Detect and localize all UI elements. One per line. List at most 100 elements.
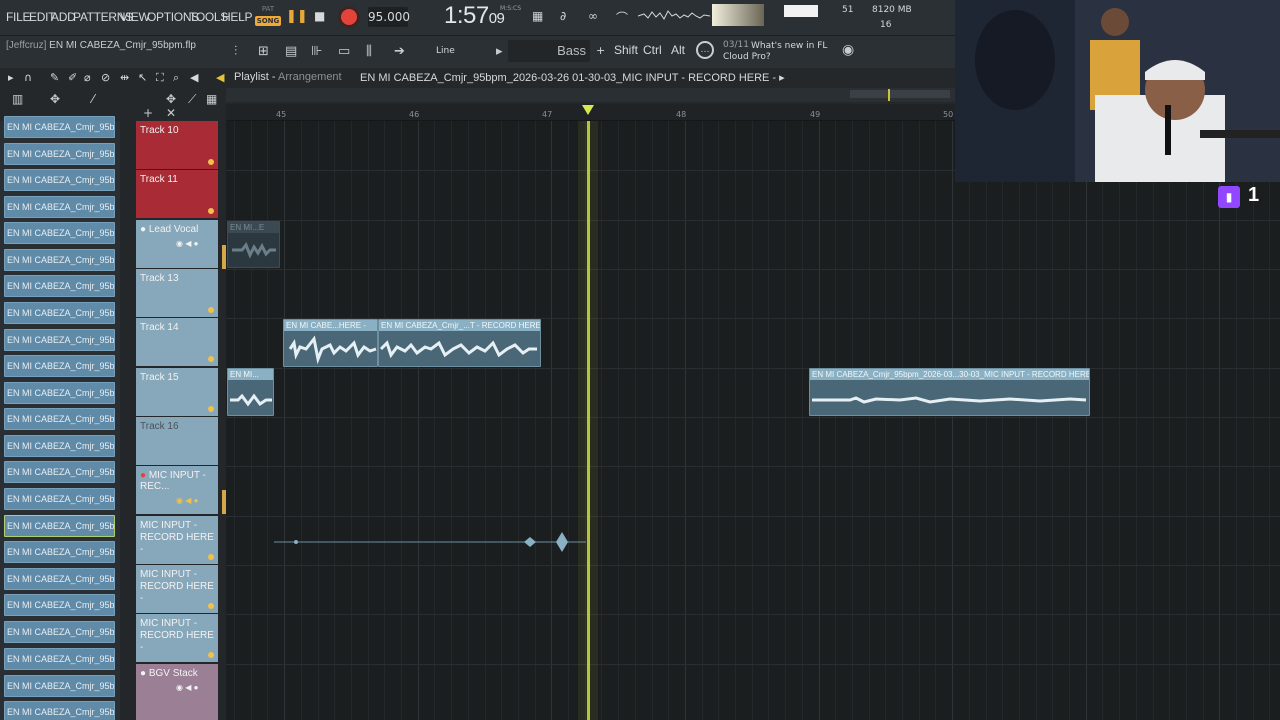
draw-tool-icon[interactable]: ✎ [50,71,59,84]
magnet-icon[interactable]: ∩ [24,71,32,84]
channel-rack-icon[interactable]: ▤ [285,44,297,59]
alt-key[interactable]: Alt [671,43,685,57]
shift-key[interactable]: Shift [614,43,638,57]
menu-add[interactable]: ADD [51,10,76,24]
tempo-display[interactable]: 95.000 [368,7,410,27]
arrow-right-icon[interactable]: ➔ [394,44,405,59]
audio-clip[interactable]: EN MI...E [227,221,280,268]
playhead-line[interactable] [587,121,590,720]
pause-button[interactable]: ❚❚ [286,9,308,25]
slip-tool-icon[interactable]: ⇹ [120,71,129,84]
track-header[interactable]: Track 13 [136,269,218,317]
crosshair-icon[interactable]: ✥ [50,92,60,106]
add-pattern-button[interactable]: + [596,44,605,57]
playlist-breadcrumb[interactable]: EN MI CABEZA_Cmjr_95bpm_2026-03-26 01-30… [360,71,785,84]
track-controls[interactable]: ◉ ◀ ● [176,496,218,505]
playlist-icon[interactable]: ⊞ [258,44,269,59]
cloud-icon[interactable]: ◉ [842,42,854,58]
browser-item[interactable]: EN MI CABEZA_Cmjr_95bp... [4,196,115,218]
playhead-marker[interactable] [582,105,594,115]
news-headline-2[interactable]: Cloud Pro? [723,52,771,62]
stop-button[interactable]: ■ [314,9,328,23]
link-icon[interactable]: ⟋ [188,92,196,107]
delete-tool-icon[interactable]: ⌀ [84,71,91,84]
move-icon[interactable]: ✥ [166,92,176,106]
piano-roll-icon[interactable]: ⊪ [311,44,322,59]
slice-tool-icon[interactable]: ↖ [138,71,147,84]
track-header[interactable]: ● Lead Vocal ◉ ◀ ● [136,220,218,268]
browser-item[interactable]: EN MI CABEZA_Cmjr_95bp... [4,541,115,563]
news-icon[interactable]: … [696,41,714,59]
track-header[interactable]: Track 11 [136,170,218,218]
browser-item[interactable]: EN MI CABEZA_Cmjr_95bp... [4,594,115,616]
browser-item[interactable]: EN MI CABEZA_Cmjr_95bp... [4,568,115,590]
browser-item[interactable]: EN MI CABEZA_Cmjr_95bp... [4,382,115,404]
track-header[interactable]: Track 16 [136,417,218,465]
browser-item[interactable]: EN MI CABEZA_Cmjr_95bp... [4,461,115,483]
mute-tool-icon[interactable]: ⊘ [101,71,110,84]
audio-clip[interactable]: EN MI CABE...HERE - [283,319,378,367]
track-header[interactable]: MIC INPUT - RECORD HERE - [136,565,218,613]
overview-window[interactable] [850,90,950,98]
snap-selector[interactable]: Line [418,42,500,60]
remove-track-icon[interactable]: ✕ [166,106,176,120]
menu-view[interactable]: VIEW [120,10,150,24]
add-track-icon[interactable]: + [143,106,153,120]
audio-clip[interactable]: EN MI CABEZA_Cmjr_...T - RECORD HERE - [378,319,541,367]
track-header[interactable]: ● MIC INPUT - REC... ◉ ◀ ● [136,466,218,514]
loop-record-icon[interactable]: ∞ [588,9,598,23]
ctrl-key[interactable]: Ctrl [643,43,662,57]
browser-item[interactable]: EN MI CABEZA_Cmjr_95bp... [4,515,115,537]
record-arm-icon[interactable]: ● [140,470,146,481]
browser-item[interactable]: EN MI CABEZA_Cmjr_95bp... [4,143,115,165]
arrow-right-icon[interactable]: ▸ [8,71,14,84]
play-arrow-icon[interactable]: ▸ [496,44,503,59]
browser-item[interactable]: EN MI CABEZA_Cmjr_95bp... [4,275,115,297]
browser-item[interactable]: EN MI CABEZA_Cmjr_95bp... [4,675,115,697]
track-header[interactable]: Track 15 [136,368,218,416]
track-header[interactable]: MIC INPUT - RECORD HERE - [136,614,218,662]
zoom-tool-icon[interactable]: ⌕ [173,71,179,85]
browser-icon[interactable]: ▭ [338,44,350,59]
mixer-icon[interactable]: ⫼ [366,44,372,59]
pencil-icon[interactable]: ⁄ [92,92,94,106]
browser-item[interactable]: EN MI CABEZA_Cmjr_95bp... [4,648,115,670]
audio-clip[interactable]: EN MI CABEZA_Cmjr_95bpm_2026-03...30-03_… [809,368,1090,416]
menu-file[interactable]: FILE [6,10,30,24]
browser-item[interactable]: EN MI CABEZA_Cmjr_95bp... [4,222,115,244]
record-button[interactable] [338,6,360,28]
browser-item[interactable]: EN MI CABEZA_Cmjr_95bp... [4,249,115,271]
track-controls[interactable]: ◉ ◀ ● [176,683,218,692]
playback-tool-icon[interactable]: ◀ [190,71,198,84]
piano-icon[interactable]: ▥ [12,92,23,106]
metronome-icon[interactable]: ⌒ [616,9,628,26]
browser-item[interactable]: EN MI CABEZA_Cmjr_95bp... [4,329,115,351]
browser-item[interactable]: EN MI CABEZA_Cmjr_95bp... [4,116,115,138]
pattern-selector[interactable]: Bass [508,40,590,62]
overview-scrollbar[interactable] [226,88,955,102]
step-edit-icon[interactable]: ∂ [560,9,566,23]
track-controls[interactable]: ◉ ◀ ● [176,239,218,248]
audio-clip[interactable]: EN MI... [227,368,274,416]
grid-icon[interactable]: ▦ [206,92,217,106]
track-header[interactable]: MIC INPUT - RECORD HERE - [136,516,218,564]
news-headline[interactable]: What's new in FL [751,40,831,52]
browser-item[interactable]: EN MI CABEZA_Cmjr_95bp... [4,488,115,510]
browser-item[interactable]: EN MI CABEZA_Cmjr_95bp... [4,302,115,324]
browser-item[interactable]: EN MI CABEZA_Cmjr_95bp... [4,169,115,191]
paint-tool-icon[interactable]: ✐ [68,71,77,84]
track-header[interactable]: Track 10 [136,121,218,169]
browser-item[interactable]: EN MI CABEZA_Cmjr_95bp... [4,408,115,430]
track-header[interactable]: Track 14 [136,318,218,366]
browser-item[interactable]: EN MI CABEZA_Cmjr_95bp... [4,435,115,457]
track-header[interactable]: ● BGV Stack ◉ ◀ ● [136,664,218,720]
browser-item[interactable]: EN MI CABEZA_Cmjr_95bp... [4,701,115,720]
mixer-fader-icon[interactable]: ⫶ [234,44,237,59]
browser-item[interactable]: EN MI CABEZA_Cmjr_95bp... [4,621,115,643]
browser-item[interactable]: EN MI CABEZA_Cmjr_95bp... [4,355,115,377]
typing-keyboard-icon[interactable]: ▦ [532,9,543,23]
menu-help[interactable]: HELP [222,10,252,24]
pat-song-toggle[interactable]: PAT SONG [255,4,281,30]
select-tool-icon[interactable]: ⛶ [156,71,164,85]
speaker-icon[interactable]: ◀ [216,71,224,84]
